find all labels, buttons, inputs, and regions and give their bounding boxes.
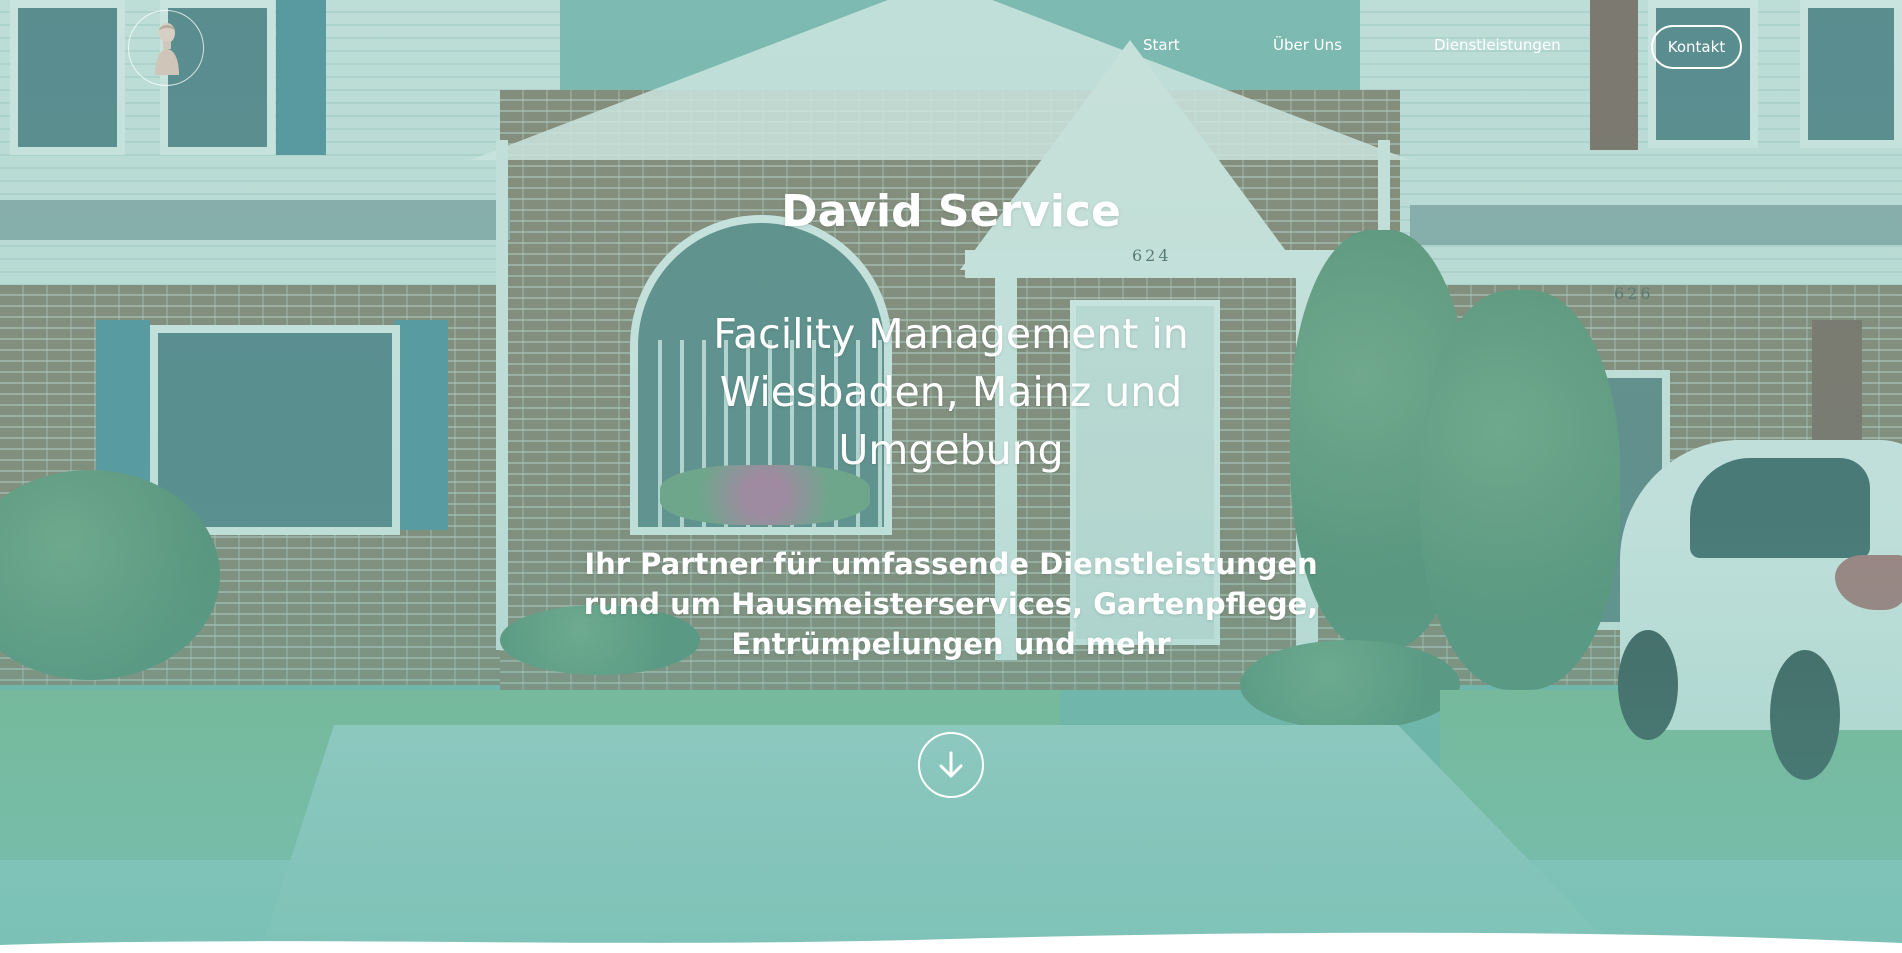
logo[interactable] xyxy=(128,10,204,86)
arrow-down-icon xyxy=(939,751,963,778)
nav-services[interactable]: Dienstleistungen xyxy=(1434,36,1561,54)
nav-about-us[interactable]: Über Uns xyxy=(1273,36,1342,54)
page-title: David Service xyxy=(781,186,1121,237)
wave-divider xyxy=(0,932,1902,953)
bust-statue-icon xyxy=(155,23,179,75)
nav-start[interactable]: Start xyxy=(1143,36,1180,54)
hero-subtitle: Facility Management in Wiesbaden, Mainz … xyxy=(713,310,1189,474)
scroll-down-button[interactable] xyxy=(918,732,984,798)
hero-tagline: Ihr Partner für umfassende Dienstleistun… xyxy=(583,547,1319,661)
contact-button[interactable]: Kontakt xyxy=(1651,25,1742,69)
hero-section: 624 626 Start Über Uns Dienstleistungen … xyxy=(0,0,1902,953)
